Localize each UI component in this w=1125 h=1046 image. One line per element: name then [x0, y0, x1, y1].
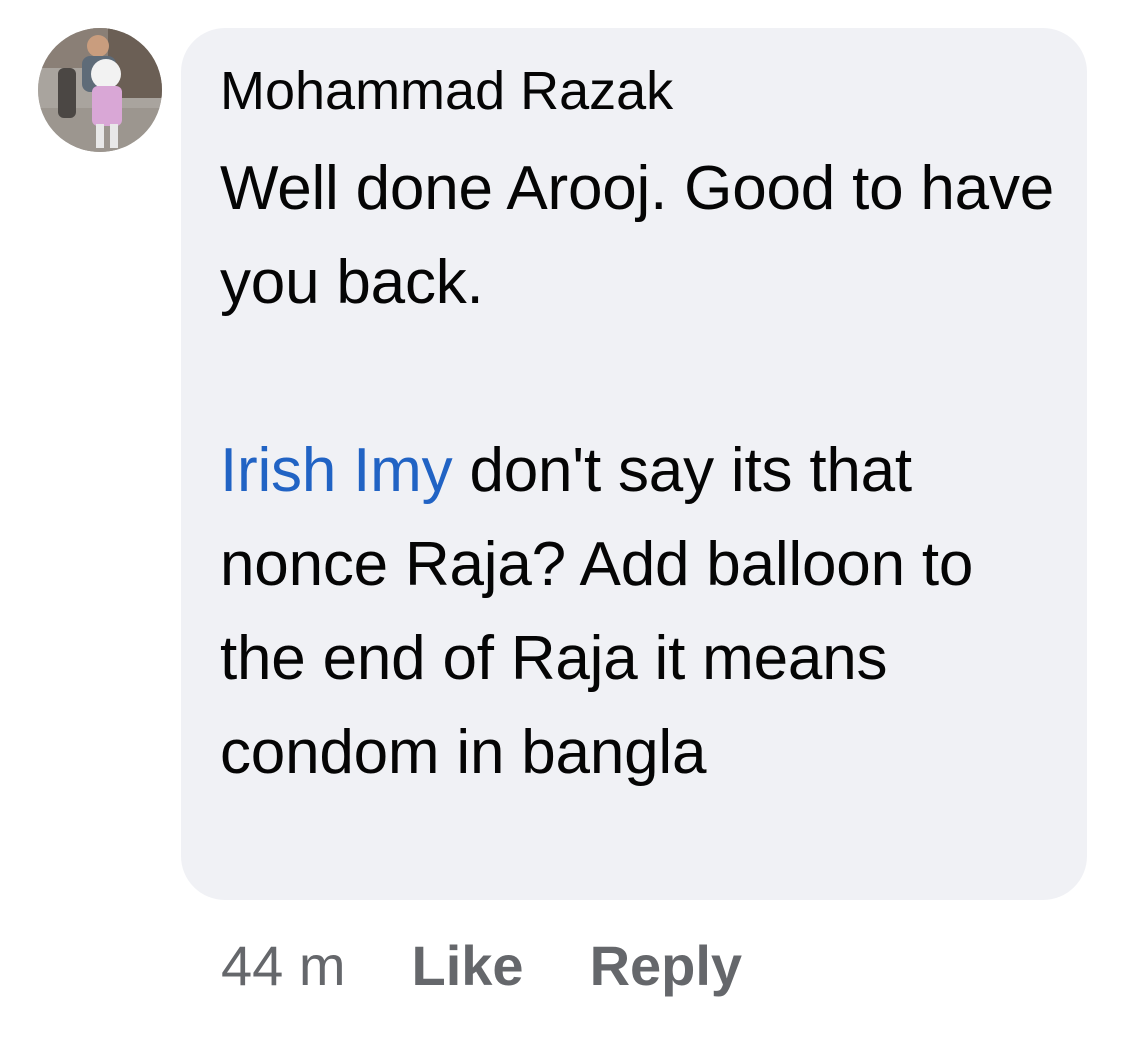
comment-author[interactable]: Mohammad Razak — [220, 58, 1057, 124]
like-button[interactable]: Like — [412, 933, 524, 998]
comment-text: Well done Arooj. Good to have you back. … — [220, 142, 1057, 800]
reply-button[interactable]: Reply — [590, 933, 743, 998]
avatar[interactable] — [38, 28, 162, 152]
mention-link[interactable]: Irish Imy — [220, 436, 453, 505]
comment-paragraph-1: Well done Arooj. Good to have you back. — [220, 154, 1055, 317]
comment-paragraph-2: Irish Imy don't say its that nonce Raja?… — [220, 424, 1057, 800]
comment-actions: 44 m Like Reply — [221, 930, 742, 1000]
avatar-photo — [38, 28, 162, 152]
comment-timestamp[interactable]: 44 m — [221, 933, 346, 998]
comment-bubble: Mohammad Razak Well done Arooj. Good to … — [181, 28, 1087, 900]
